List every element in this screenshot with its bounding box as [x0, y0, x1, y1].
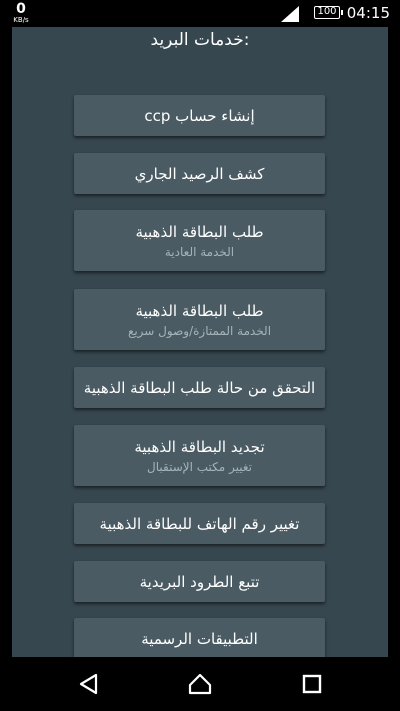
- button-sublabel: الخدمة الممتازة/وصول سريع: [127, 323, 272, 338]
- button-label: تتبع الطرود البريدية: [139, 572, 260, 591]
- signal-icon: [281, 6, 299, 22]
- check-balance-button[interactable]: كشف الرصيد الجاري: [74, 153, 325, 194]
- button-label: كشف الرصيد الجاري: [134, 164, 265, 183]
- services-panel: خدمات البريد: إنشاء حساب ccp كشف الرصيد …: [12, 27, 388, 657]
- back-triangle-icon[interactable]: [77, 672, 101, 696]
- network-speed: 0 KB/s: [8, 2, 34, 24]
- button-sublabel: الخدمة العادية: [164, 244, 235, 259]
- button-sublabel: تغيير مكتب الإستقبال: [147, 459, 252, 474]
- gold-card-normal-button[interactable]: طلب البطاقة الذهبية الخدمة العادية: [74, 210, 325, 271]
- button-label: طلب البطاقة الذهبية: [135, 222, 264, 241]
- button-label: التطبيقات الرسمية: [141, 629, 258, 648]
- battery-icon: 100: [314, 6, 343, 19]
- network-speed-unit: KB/s: [13, 16, 29, 24]
- gold-card-status-button[interactable]: التحقق من حالة طلب البطاقة الذهبية: [74, 367, 325, 408]
- track-parcels-button[interactable]: تتبع الطرود البريدية: [74, 561, 325, 602]
- button-label: طلب البطاقة الذهبية: [135, 301, 264, 320]
- button-label: التحقق من حالة طلب البطاقة الذهبية: [83, 378, 316, 397]
- home-icon[interactable]: [188, 672, 212, 696]
- button-label: تغيير رقم الهاتف للبطاقة الذهبية: [99, 514, 300, 533]
- gold-card-premium-button[interactable]: طلب البطاقة الذهبية الخدمة الممتازة/وصول…: [74, 289, 325, 350]
- network-speed-value: 0: [16, 1, 26, 17]
- battery-level: 100: [317, 6, 337, 17]
- navigation-bar: [0, 657, 400, 711]
- button-label: إنشاء حساب ccp: [144, 106, 255, 125]
- status-bar: 0 KB/s 100 04:15: [0, 0, 400, 27]
- create-ccp-account-button[interactable]: إنشاء حساب ccp: [74, 95, 325, 136]
- official-apps-button[interactable]: التطبيقات الرسمية: [74, 618, 325, 657]
- change-phone-number-button[interactable]: تغيير رقم الهاتف للبطاقة الذهبية: [74, 503, 325, 544]
- gold-card-renewal-button[interactable]: تجديد البطاقة الذهبية تغيير مكتب الإستقب…: [74, 425, 325, 486]
- page-title: خدمات البريد:: [150, 30, 250, 50]
- button-label: تجديد البطاقة الذهبية: [134, 437, 265, 456]
- clock: 04:15: [346, 4, 390, 22]
- recents-square-icon[interactable]: [300, 672, 324, 696]
